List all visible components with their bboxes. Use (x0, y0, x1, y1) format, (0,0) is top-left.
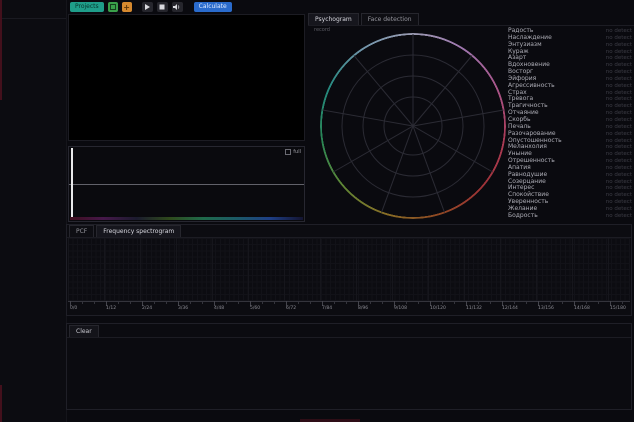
emotion-value: no detect (606, 144, 632, 151)
volume-button[interactable] (172, 2, 183, 12)
emotion-value: no detect (606, 172, 632, 179)
emotion-value: no detect (606, 206, 632, 213)
playhead[interactable] (71, 148, 73, 220)
tab-face-detection[interactable]: Face detection (361, 13, 419, 25)
calculate-button[interactable]: Calculate (194, 2, 232, 12)
tab-frequency-spectrogram[interactable]: Frequency spectrogram (96, 225, 181, 237)
plus-icon: + (123, 3, 130, 12)
axis-tick-label: 3/36 (178, 306, 188, 311)
emotion-value: no detect (606, 117, 632, 124)
psychogram-radar (320, 33, 506, 219)
tab-psychogram[interactable]: Psychogram (308, 13, 359, 25)
emotion-value: no detect (606, 124, 632, 131)
emotion-list: Радостьno detectНаслаждениеno detectЭнту… (508, 28, 632, 220)
app-window: Projects + Calculate full (0, 0, 634, 422)
folder-icon (110, 4, 116, 10)
axis-tick-label: 9/108 (394, 306, 407, 311)
axis-tick-label: 11/132 (466, 306, 482, 311)
emotion-value: no detect (606, 199, 632, 206)
axis-tick-label: 2/24 (142, 306, 152, 311)
full-label: full (293, 149, 301, 155)
window-edge-artifact (0, 0, 2, 100)
emotion-value: no detect (606, 96, 632, 103)
speaker-icon (173, 4, 181, 10)
axis-tick-label: 7/84 (322, 306, 332, 311)
left-sidebar (0, 0, 67, 422)
emotion-value: no detect (606, 131, 632, 138)
emotion-row: Куражno detect (508, 49, 632, 56)
waveform-spectrum-strip (70, 217, 303, 220)
window-edge-artifact (0, 385, 2, 422)
emotion-value: no detect (606, 151, 632, 158)
axis-tick-label: 0/0 (70, 306, 77, 311)
save-project-button[interactable] (108, 2, 118, 12)
emotion-value: no detect (606, 103, 632, 110)
emotion-value: no detect (606, 83, 632, 90)
spectrogram-panel: PCF Frequency spectrogram 0/0 1/12 2/24 3/3… (66, 224, 632, 316)
emotion-value: no detect (606, 110, 632, 117)
sidebar-divider (0, 18, 66, 19)
time-axis: 0/0 1/12 2/24 3/36 4/48 5/60 6/72 7/84 8/96 9/108… (68, 301, 630, 315)
emotion-value: no detect (606, 192, 632, 199)
emotion-value: no detect (606, 138, 632, 145)
axis-tick-label: 13/156 (538, 306, 554, 311)
results-header: Clear (67, 324, 631, 338)
waveform-panel: full (68, 146, 305, 222)
axis-tick-label: 5/60 (250, 306, 260, 311)
tab-pcf[interactable]: PCF (69, 225, 94, 237)
full-checkbox[interactable] (285, 149, 291, 155)
emotion-value: no detect (606, 213, 632, 220)
emotion-value: no detect (606, 69, 632, 76)
toolbar: Projects + Calculate (66, 0, 634, 14)
emotion-value: no detect (606, 158, 632, 165)
stop-button[interactable] (157, 2, 168, 12)
play-icon (144, 4, 150, 10)
emotion-row: Бодрость no detect (508, 213, 632, 220)
clear-button[interactable]: Clear (69, 325, 99, 337)
emotion-value: no detect (606, 35, 632, 42)
stop-icon (159, 4, 165, 10)
emotion-value: no detect (606, 28, 632, 35)
emotion-value: no detect (606, 185, 632, 192)
emotion-value: no detect (606, 76, 632, 83)
video-preview (68, 14, 305, 141)
axis-tick-label: 6/72 (286, 306, 296, 311)
axis-tick-label: 8/96 (358, 306, 368, 311)
axis-minor-ticks (70, 301, 630, 304)
axis-tick-label: 1/12 (106, 306, 116, 311)
projects-button[interactable]: Projects (70, 2, 104, 12)
add-button[interactable]: + (122, 2, 132, 12)
spectrogram-tabs: PCF Frequency spectrogram (67, 225, 631, 238)
emotion-value: no detect (606, 90, 632, 97)
analysis-tabs: Psychogram Face detection (308, 13, 634, 26)
emotion-value: no detect (606, 179, 632, 186)
emotion-value: no detect (606, 165, 632, 172)
emotion-label: Бодрость (508, 213, 538, 220)
axis-tick-label: 4/48 (214, 306, 224, 311)
emotion-value: no detect (606, 55, 632, 62)
results-panel: Clear (66, 323, 632, 410)
waveform-zero-line (69, 184, 304, 185)
spectrogram-grid (68, 238, 630, 301)
axis-tick-label: 12/144 (502, 306, 518, 311)
axis-tick-label: 14/168 (574, 306, 590, 311)
full-toggle[interactable]: full (285, 149, 301, 155)
radar-grid (320, 33, 506, 219)
emotion-value: no detect (606, 62, 632, 69)
axis-tick-label: 10/120 (430, 306, 446, 311)
emotion-value: no detect (606, 42, 632, 49)
emotion-value: no detect (606, 49, 632, 56)
axis-tick-label: 15/180 (610, 306, 626, 311)
play-button[interactable] (142, 2, 153, 12)
